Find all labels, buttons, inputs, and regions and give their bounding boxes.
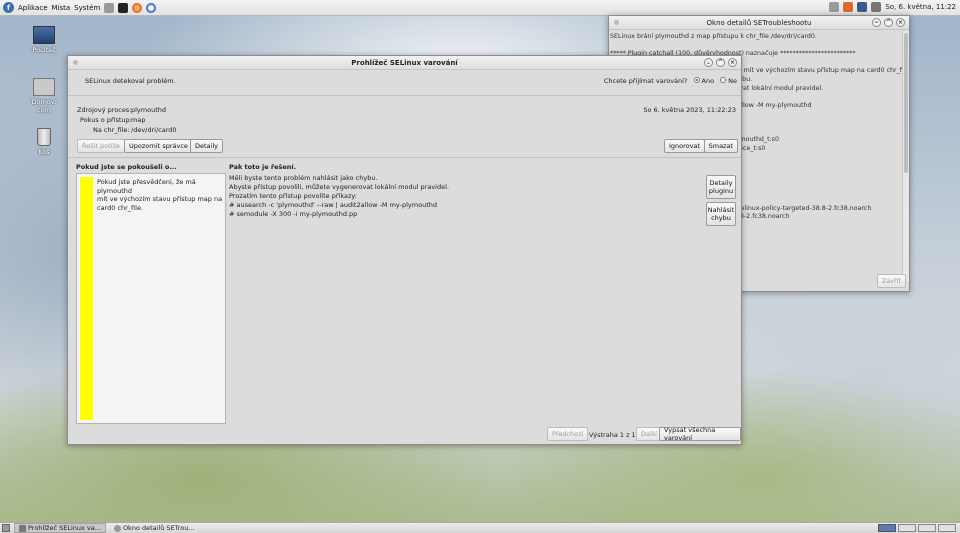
details-window-titlebar[interactable]: Okno detailů SETroubleshootu ‒ ^ ×: [609, 16, 909, 30]
previous-button[interactable]: Předchozí: [547, 427, 589, 441]
plugin-details-line1: Detaily: [709, 179, 733, 187]
task-selinux-browser[interactable]: Prohlížeč SELinux va...: [14, 523, 106, 533]
plugin-details-line2: pluginu: [708, 187, 734, 195]
alert-counter: Výstraha 1 z 1: [589, 431, 636, 439]
cause-line: Pokud jste přesvědčeni, že má plymouthd: [97, 178, 196, 195]
solution-line: Prozatím tento přístup povolíte příkazy:: [229, 192, 357, 201]
task-details-window[interactable]: Okno detailů SETrou...: [110, 523, 199, 533]
home-folder-icon: [33, 78, 55, 96]
top-panel: f Aplikace Místa Systém So, 6. května, 1…: [0, 0, 960, 16]
report-bug-line1: Nahlásit: [707, 206, 735, 214]
toolbar-separator: [68, 157, 741, 158]
computer-icon: [33, 26, 55, 44]
solution-text: Měli byste tento problém nahlásit jako c…: [229, 174, 449, 219]
header-separator: [68, 95, 741, 96]
show-desktop-icon[interactable]: [2, 524, 10, 532]
selinux-task-icon: [19, 524, 26, 532]
clock[interactable]: So, 6. května, 11:22: [885, 3, 956, 11]
receive-question: Chcete přijímat varování?: [603, 77, 688, 85]
ignore-button[interactable]: Ignorovat: [663, 139, 705, 153]
alert-timestamp: So 6. května 2023, 11:22:23: [643, 106, 736, 114]
workspace-2[interactable]: [898, 524, 916, 532]
details-window-title: Okno detailů SETroubleshootu: [706, 18, 812, 27]
report-bug-line2: chybu: [711, 214, 731, 222]
menu-applications[interactable]: Aplikace: [18, 4, 48, 12]
trash-icon: [37, 128, 51, 146]
minimize-icon[interactable]: ⌄: [704, 58, 713, 67]
solution-line: # semodule -X 300 -i my-plymouthd.pp: [229, 210, 358, 219]
cause-line: mít ve výchozím stavu přístup map na: [97, 195, 223, 204]
delete-button[interactable]: Smazat: [703, 139, 738, 153]
display-icon[interactable]: [857, 2, 868, 12]
workspace-4[interactable]: [938, 524, 956, 532]
solution-line: Měli byste tento problém nahlásit jako c…: [229, 174, 378, 182]
solution-line: # ausearch -c 'plymouthd' --raw | audit2…: [229, 201, 437, 210]
radio-no[interactable]: [720, 77, 727, 83]
main-window: Prohlížeč SELinux varování ⌄ ^ × SELinux…: [67, 55, 742, 445]
details-close-button[interactable]: Zavřít: [876, 274, 906, 288]
desktop-icon-computer[interactable]: Počítač: [24, 26, 64, 54]
list-all-button[interactable]: Vypsat všechna varování: [659, 426, 741, 442]
source-process-label: Zdrojový proces:: [77, 106, 132, 114]
volume-icon[interactable]: [871, 2, 882, 12]
task-label: Okno detailů SETrou...: [122, 524, 195, 532]
details-line: [610, 42, 902, 51]
firefox-icon[interactable]: [132, 2, 143, 13]
update-icon[interactable]: [843, 2, 854, 12]
maximize-icon[interactable]: ^: [716, 58, 725, 67]
menu-system[interactable]: Systém: [74, 4, 100, 12]
workspace-1[interactable]: [878, 524, 896, 532]
fedora-logo-icon[interactable]: f: [3, 2, 14, 13]
workspace-switcher[interactable]: [878, 524, 956, 532]
file-manager-icon[interactable]: [104, 2, 115, 13]
scrollbar-thumb[interactable]: [904, 33, 908, 173]
target-value: /dev/dri/card0: [131, 126, 177, 134]
solution-line: Abyste přístup povolili, můžete vygenero…: [229, 183, 449, 192]
window-menu-icon[interactable]: [73, 60, 78, 65]
details-line: SELinux brání plymouthd z map přístupu k…: [610, 33, 817, 40]
details-button[interactable]: Detaily: [190, 139, 223, 153]
close-icon[interactable]: ×: [896, 18, 905, 27]
radio-yes-label[interactable]: Ano: [702, 77, 715, 85]
receive-alerts-group: Chcete přijímat varování? Ano Ne: [604, 77, 737, 85]
header-text: SELinux detekoval problém.: [85, 77, 176, 85]
severity-bar: [80, 177, 93, 420]
thunderbird-icon[interactable]: [146, 2, 157, 13]
radio-no-label[interactable]: Ne: [728, 77, 737, 85]
maximize-icon[interactable]: ^: [884, 18, 893, 27]
window-menu-icon[interactable]: [614, 20, 619, 25]
radio-yes[interactable]: [693, 77, 700, 83]
main-window-titlebar[interactable]: Prohlížeč SELinux varování ⌄ ^ ×: [68, 56, 741, 70]
desktop-icon-label: Počítač: [32, 46, 56, 54]
main-window-title: Prohlížeč SELinux varování: [351, 58, 458, 67]
desktop-icon-label: Koš: [38, 148, 50, 156]
desktop-icon-trash[interactable]: Koš: [24, 128, 64, 156]
left-heading: Pokud jste se pokoušeli o...: [76, 163, 177, 171]
details-scrollbar[interactable]: [902, 31, 909, 281]
plugin-details-button[interactable]: Detaily pluginu: [706, 175, 736, 199]
right-heading: Pak toto je řešení.: [229, 163, 297, 171]
target-label: Na chr_file:: [93, 126, 130, 134]
source-process-value: plymouthd: [131, 106, 167, 114]
terminal-icon[interactable]: [118, 2, 129, 13]
access-value: map: [131, 116, 146, 124]
workspace-3[interactable]: [918, 524, 936, 532]
desktop-icon-home[interactable]: Domov: com: [24, 78, 64, 114]
taskbar: Prohlížeč SELinux va... Okno detailů SET…: [0, 522, 960, 533]
cause-line: card0 chr_file.: [97, 203, 144, 212]
access-label: Pokus o přístup:: [80, 116, 132, 124]
task-label: Prohlížeč SELinux va...: [28, 524, 101, 532]
menu-places[interactable]: Místa: [52, 4, 71, 12]
report-bug-button[interactable]: Nahlásit chybu: [706, 202, 736, 226]
notify-admin-button[interactable]: Upozornit správce: [124, 139, 193, 153]
desktop-icon-label: Domov: com: [31, 98, 57, 114]
network-icon[interactable]: [829, 2, 840, 12]
close-icon[interactable]: ×: [728, 58, 737, 67]
fix-button[interactable]: Řešit potíže: [77, 139, 125, 153]
minimize-icon[interactable]: ‒: [872, 18, 881, 27]
cause-text[interactable]: Pokud jste přesvědčeni, že má plymouthd …: [97, 178, 225, 212]
setroubleshoot-task-icon: [113, 524, 121, 532]
cause-list[interactable]: Pokud jste přesvědčeni, že má plymouthd …: [76, 173, 226, 424]
